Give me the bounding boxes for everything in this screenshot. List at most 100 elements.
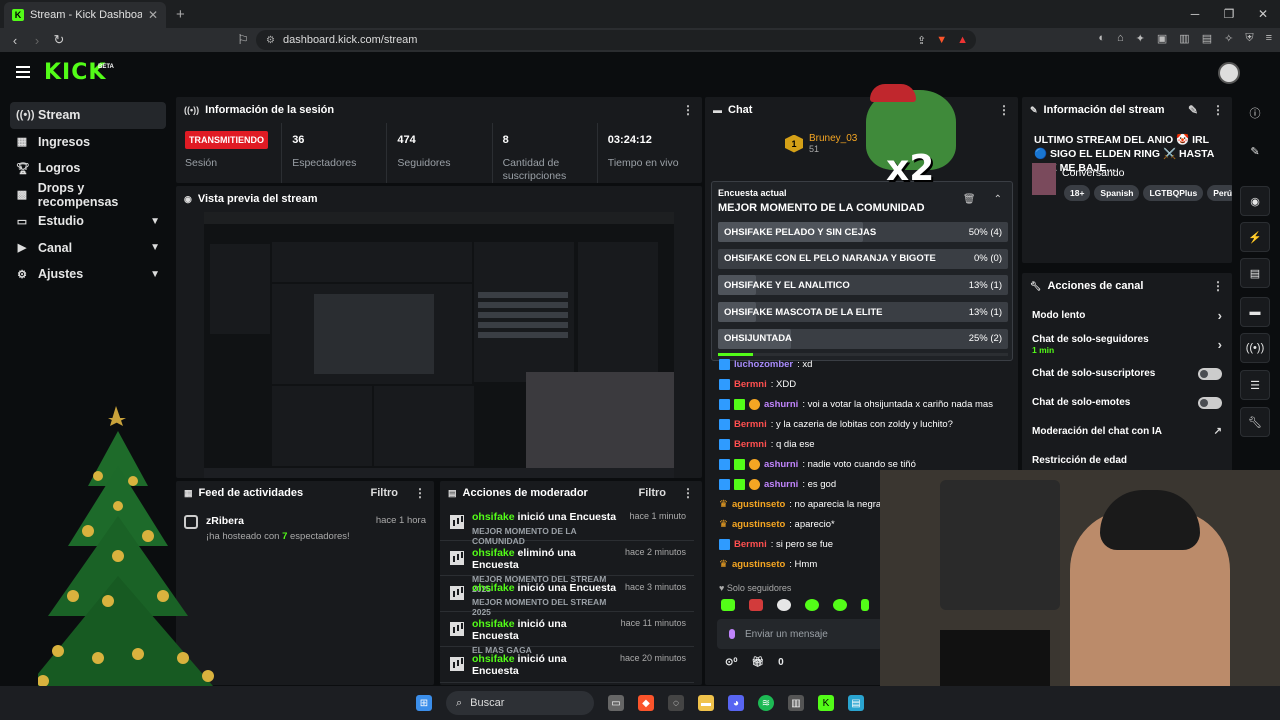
- category-name[interactable]: Conversando: [1062, 167, 1124, 179]
- channel-action-row[interactable]: Chat de solo-suscriptores: [1022, 359, 1232, 388]
- emote-icon[interactable]: [777, 599, 791, 611]
- kebab-menu-icon[interactable]: ⋮: [998, 103, 1010, 117]
- bookmark-icon[interactable]: ⚐: [232, 32, 254, 48]
- close-window-icon[interactable]: ✕: [1246, 7, 1280, 21]
- poll-option[interactable]: OHSIFAKE Y EL ANALITICO 13% (1): [718, 275, 1008, 296]
- filter-button[interactable]: Filtro: [371, 487, 399, 499]
- channel-points-icon[interactable]: ⊙⁰: [725, 657, 737, 668]
- channel-action-row[interactable]: Modo lento ›: [1022, 301, 1232, 330]
- app-icon[interactable]: ▤: [848, 695, 864, 711]
- trash-icon[interactable]: 🗑︎: [963, 194, 976, 205]
- sidebar-item-ajustes[interactable]: ⚙ Ajustes ▼: [10, 261, 166, 288]
- toggle-switch[interactable]: [1198, 396, 1222, 409]
- vpn-icon[interactable]: ⛨: [1245, 32, 1253, 45]
- wrench-rail-button[interactable]: 🔧︎: [1240, 407, 1270, 437]
- flash-icon[interactable]: ⚡: [1240, 222, 1270, 252]
- spotify-icon[interactable]: ≋: [758, 695, 774, 711]
- kebab-menu-icon[interactable]: ⋮: [1212, 279, 1224, 293]
- channel-action-row[interactable]: Chat de solo-emotes: [1022, 388, 1232, 417]
- site-settings-icon[interactable]: ⚙: [266, 35, 275, 46]
- sidebar-item-stream[interactable]: ((•)) Stream: [10, 102, 166, 129]
- kebab-menu-icon[interactable]: ⋮: [682, 103, 694, 117]
- sidebar-item-drops[interactable]: ▩ Drops y recompensas: [10, 181, 166, 209]
- sidebar-item-logros[interactable]: 🏆︎ Logros: [10, 155, 166, 182]
- extension-icon[interactable]: ▣: [1157, 32, 1167, 45]
- emote-icon[interactable]: [833, 599, 847, 611]
- chat-username[interactable]: ashurni: [764, 399, 798, 410]
- maximize-icon[interactable]: ❐: [1212, 7, 1246, 21]
- emote-icon[interactable]: [861, 599, 869, 611]
- wallet-icon[interactable]: ▤: [1202, 32, 1212, 45]
- chat-username[interactable]: ashurni: [764, 479, 798, 490]
- tag-chip[interactable]: 18+: [1064, 185, 1091, 201]
- poll-option[interactable]: OHSIJUNTADA 25% (2): [718, 328, 1008, 349]
- minimize-icon[interactable]: ─: [1178, 7, 1212, 21]
- chat-rail-button[interactable]: ▬: [1240, 297, 1270, 327]
- chat-username[interactable]: agustinseto: [732, 559, 785, 570]
- kick-icon[interactable]: K: [818, 695, 834, 711]
- menu-icon[interactable]: ≡: [1266, 32, 1272, 45]
- kebab-menu-icon[interactable]: ⋮: [682, 486, 694, 500]
- tag-chip[interactable]: Perú: [1207, 185, 1232, 201]
- pencil-icon[interactable]: ✎: [1240, 136, 1270, 166]
- top-user-name[interactable]: Bruney_03: [809, 133, 857, 144]
- sidebar-item-ingresos[interactable]: ▦ Ingresos: [10, 129, 166, 156]
- chevron-up-icon[interactable]: ⌃: [994, 194, 1002, 205]
- info-icon[interactable]: ⓘ: [1240, 98, 1270, 128]
- poll-option[interactable]: OHSIFAKE MASCOTA DE LA ELITE 13% (1): [718, 302, 1008, 323]
- app-icon[interactable]: ◌: [668, 695, 684, 711]
- channel-action-row[interactable]: Moderación del chat con IA ↗: [1022, 417, 1232, 446]
- extension-icon[interactable]: ◐: [1098, 32, 1105, 45]
- back-icon[interactable]: ‹: [4, 33, 26, 48]
- brave-icon[interactable]: ◆: [638, 695, 654, 711]
- sidebar-item-estudio[interactable]: ▭ Estudio ▼: [10, 208, 166, 235]
- gift-icon[interactable]: 🎁︎: [751, 657, 764, 668]
- chat-username[interactable]: Bermni: [734, 539, 767, 550]
- puzzle-icon[interactable]: ✦: [1136, 32, 1145, 45]
- kebab-menu-icon[interactable]: ⋮: [414, 486, 426, 500]
- app-icon[interactable]: ▥: [788, 695, 804, 711]
- document-icon[interactable]: ▤: [1240, 258, 1270, 288]
- feed-user[interactable]: zRibera: [206, 515, 368, 527]
- share-icon[interactable]: ⇪: [917, 34, 926, 47]
- edit-icon[interactable]: ✎: [1188, 103, 1198, 117]
- windows-start-icon[interactable]: ⊞: [416, 695, 432, 711]
- url-input[interactable]: ⚙ dashboard.kick.com/stream ⇪ ▼ ▲: [256, 30, 976, 50]
- sidebar-icon[interactable]: ▥: [1179, 32, 1189, 45]
- close-tab-icon[interactable]: ✕: [148, 8, 158, 22]
- emote-icon[interactable]: [805, 599, 819, 611]
- preview-rail-button[interactable]: ◉: [1240, 186, 1270, 216]
- channel-action-row[interactable]: Chat de solo-seguidores 1 min ›: [1022, 330, 1232, 359]
- brave-shields-icon[interactable]: ▼: [936, 34, 947, 47]
- extension-icon[interactable]: ⌂: [1117, 32, 1124, 45]
- chat-username[interactable]: luchozomber: [734, 359, 793, 370]
- chat-username[interactable]: Bermni: [734, 419, 767, 430]
- browser-tab[interactable]: K Stream - Kick Dashboard ✕: [4, 2, 166, 28]
- poll-option[interactable]: OHSIFAKE CON EL PELO NARANJA Y BIGOTE 0% …: [718, 248, 1008, 269]
- chat-input[interactable]: Enviar un mensaje: [717, 619, 883, 649]
- avatar[interactable]: [1218, 62, 1240, 84]
- kebab-menu-icon[interactable]: ⋮: [1212, 103, 1224, 117]
- chat-username[interactable]: agustinseto: [732, 519, 785, 530]
- hamburger-icon[interactable]: [16, 66, 30, 78]
- channel-action-row[interactable]: Restricción de edad: [1022, 446, 1232, 473]
- sidebar-item-canal[interactable]: ▶ Canal ▼: [10, 235, 166, 262]
- taskbar-search[interactable]: ⌕ Buscar: [446, 691, 594, 715]
- task-view-icon[interactable]: ▭: [608, 695, 624, 711]
- stream-preview-video[interactable]: [204, 212, 674, 478]
- chat-username[interactable]: ashurni: [764, 459, 798, 470]
- folder-icon[interactable]: ▬: [698, 695, 714, 711]
- chat-username[interactable]: agustinseto: [732, 499, 785, 510]
- toggle-switch[interactable]: [1198, 367, 1222, 380]
- emote-icon[interactable]: [721, 599, 735, 611]
- tag-chip[interactable]: LGTBQPlus: [1143, 185, 1204, 201]
- poll-option[interactable]: OHSIFAKE PELADO Y SIN CEJAS 50% (4): [718, 222, 1008, 242]
- leo-icon[interactable]: ✧: [1224, 32, 1233, 45]
- discord-icon[interactable]: ◕: [728, 695, 744, 711]
- emote-icon[interactable]: [749, 599, 763, 611]
- filter-button[interactable]: Filtro: [639, 487, 667, 499]
- brave-rewards-icon[interactable]: ▲: [957, 34, 968, 47]
- forward-icon[interactable]: ›: [26, 33, 48, 48]
- reload-icon[interactable]: ↻: [48, 32, 70, 48]
- broadcast-rail-button[interactable]: ((•)): [1240, 333, 1270, 363]
